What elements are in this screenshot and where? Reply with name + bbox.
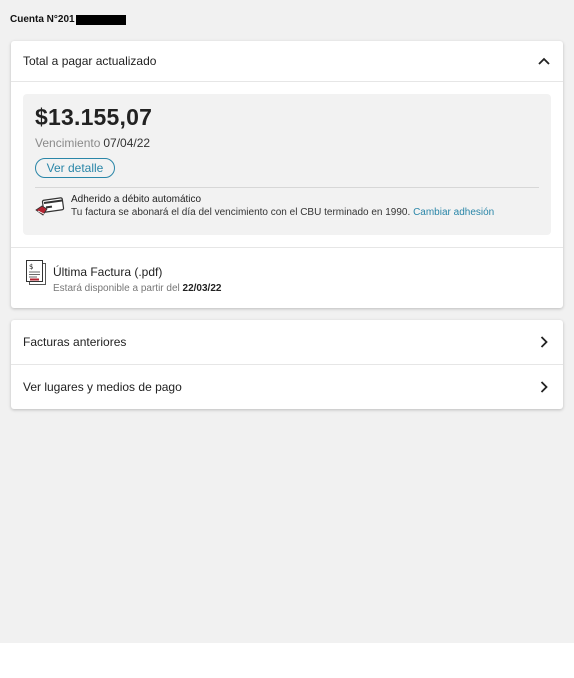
auto-debit-text: Tu factura se abonará el día del vencimi… <box>71 207 411 218</box>
availability-date: 22/03/22 <box>182 283 222 294</box>
amount-panel: $13.155,07 Vencimiento 07/04/22 Ver detal… <box>23 94 551 235</box>
payment-places-label: Ver lugares y medios de pago <box>23 380 182 394</box>
availability-text: Estará disponible a partir del <box>53 283 180 294</box>
svg-text:$: $ <box>29 263 33 271</box>
due-date: 07/04/22 <box>103 136 151 150</box>
change-adhesion-link[interactable]: Cambiar adhesión <box>413 207 494 218</box>
summary-card: Total a pagar actualizado $13.155,07 Ven… <box>11 41 563 308</box>
links-card: Facturas anteriores Ver lugares y medios… <box>11 320 563 409</box>
due-date-line: Vencimiento 07/04/22 <box>35 136 150 150</box>
account-number: Cuenta N°201 <box>10 14 126 25</box>
payment-places-row[interactable]: Ver lugares y medios de pago <box>11 364 563 409</box>
credit-card-icon <box>35 196 65 218</box>
last-invoice-availability: Estará disponible a partir del 22/03/22 <box>53 283 221 294</box>
summary-title: Total a pagar actualizado <box>23 54 157 68</box>
chevron-right-icon <box>537 380 551 394</box>
previous-invoices-row[interactable]: Facturas anteriores <box>11 320 563 364</box>
invoice-document-icon: $ <box>25 260 47 286</box>
account-label: Cuenta N°201 <box>10 14 75 25</box>
auto-debit-text-line: Tu factura se abonará el día del vencimi… <box>71 207 494 218</box>
divider <box>35 187 539 188</box>
summary-card-header[interactable]: Total a pagar actualizado <box>11 41 563 82</box>
redacted-account-digits <box>75 14 126 25</box>
auto-debit-notice: Adherido a débito automático Tu factura … <box>35 194 494 218</box>
chevron-right-icon <box>537 335 551 349</box>
total-amount: $13.155,07 <box>35 104 153 130</box>
due-label: Vencimiento <box>35 136 101 150</box>
view-detail-button[interactable]: Ver detalle <box>35 158 115 178</box>
chevron-up-icon[interactable] <box>537 54 551 68</box>
previous-invoices-label: Facturas anteriores <box>23 335 127 349</box>
auto-debit-title: Adherido a débito automático <box>71 194 202 205</box>
last-invoice-title: Última Factura (.pdf) <box>53 265 163 279</box>
page-background: Cuenta N°201 Total a pagar actualizado $… <box>0 0 574 643</box>
last-invoice-row[interactable]: $ Última Factura (.pdf) Estará disponibl… <box>11 247 563 308</box>
